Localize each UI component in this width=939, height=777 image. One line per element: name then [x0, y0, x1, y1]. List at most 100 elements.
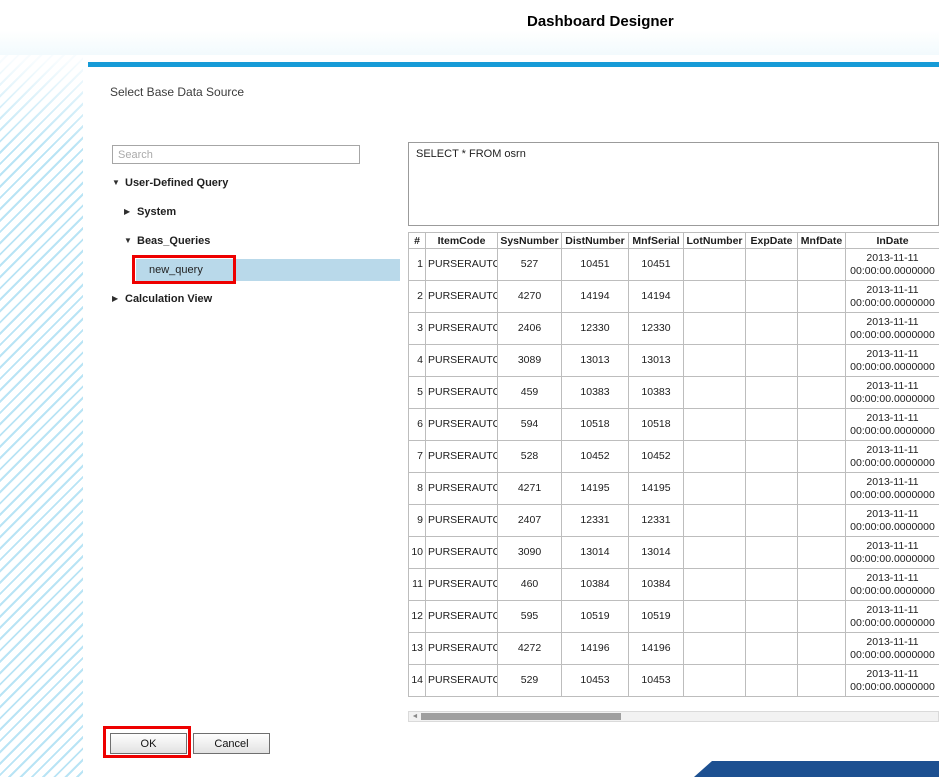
table-row[interactable]: 8PURSERAUTO427114195141952013-11-11 00:0…	[409, 473, 939, 505]
column-header-mnfserial[interactable]: MnfSerial	[629, 233, 684, 249]
table-cell	[684, 601, 746, 633]
table-cell	[798, 409, 846, 441]
column-header-distnumber[interactable]: DistNumber	[562, 233, 629, 249]
table-cell: 2013-11-11 00:00:00.0000000	[846, 313, 939, 345]
table-cell: 528	[498, 441, 562, 473]
scroll-left-icon[interactable]: ◄	[410, 712, 420, 721]
table-cell: 13014	[562, 537, 629, 569]
table-cell: 10519	[562, 601, 629, 633]
table-cell: PURSERAUTO	[426, 601, 498, 633]
table-cell: 7	[409, 441, 426, 473]
column-header-itemcode[interactable]: ItemCode	[426, 233, 498, 249]
ok-button[interactable]: OK	[110, 733, 187, 754]
table-cell: 13013	[562, 345, 629, 377]
table-cell: PURSERAUTO	[426, 505, 498, 537]
table-cell: PURSERAUTO	[426, 281, 498, 313]
search-input[interactable]	[112, 145, 360, 164]
result-table-body: 1PURSERAUTO52710451104512013-11-11 00:00…	[409, 249, 939, 697]
table-row[interactable]: 11PURSERAUTO46010384103842013-11-11 00:0…	[409, 569, 939, 601]
datasource-tree: ▼User-Defined Query ▶System ▼Beas_Queriesn…	[112, 172, 400, 317]
table-cell: 13	[409, 633, 426, 665]
expand-icon[interactable]: ▶	[112, 288, 125, 310]
table-cell	[746, 441, 798, 473]
tree-item-beas-queries[interactable]: ▼Beas_Queries	[124, 230, 400, 252]
table-cell: 10383	[629, 377, 684, 409]
table-cell: 13013	[629, 345, 684, 377]
table-cell: 10518	[562, 409, 629, 441]
tree-item-calculation-view[interactable]: ▶Calculation View	[112, 288, 400, 310]
table-cell: PURSERAUTO	[426, 633, 498, 665]
table-row[interactable]: 13PURSERAUTO427214196141962013-11-11 00:…	[409, 633, 939, 665]
table-cell	[684, 345, 746, 377]
table-cell: 459	[498, 377, 562, 409]
sql-preview[interactable]: SELECT * FROM osrn	[408, 142, 939, 226]
table-cell: 2013-11-11 00:00:00.0000000	[846, 249, 939, 281]
table-cell: PURSERAUTO	[426, 377, 498, 409]
table-cell	[684, 473, 746, 505]
table-row[interactable]: 5PURSERAUTO45910383103832013-11-11 00:00…	[409, 377, 939, 409]
tree-item-system[interactable]: ▶System	[124, 201, 400, 223]
table-row[interactable]: 14PURSERAUTO52910453104532013-11-11 00:0…	[409, 665, 939, 697]
tree-item-label: new_query	[149, 264, 203, 276]
table-cell: 10384	[629, 569, 684, 601]
table-row[interactable]: 1PURSERAUTO52710451104512013-11-11 00:00…	[409, 249, 939, 281]
table-cell: 14196	[562, 633, 629, 665]
table-cell	[684, 441, 746, 473]
table-cell: PURSERAUTO	[426, 249, 498, 281]
column-header-indate[interactable]: InDate	[846, 233, 939, 249]
table-row[interactable]: 2PURSERAUTO427014194141942013-11-11 00:0…	[409, 281, 939, 313]
table-cell	[684, 665, 746, 697]
table-row[interactable]: 12PURSERAUTO59510519105192013-11-11 00:0…	[409, 601, 939, 633]
table-cell: 595	[498, 601, 562, 633]
table-cell: 12	[409, 601, 426, 633]
tree-item-new-query[interactable]: new_query	[136, 259, 400, 281]
table-cell: 14195	[562, 473, 629, 505]
column-header-mnfdate[interactable]: MnfDate	[798, 233, 846, 249]
table-cell: 4	[409, 345, 426, 377]
table-cell	[798, 377, 846, 409]
table-cell	[746, 473, 798, 505]
table-cell	[746, 249, 798, 281]
table-cell: PURSERAUTO	[426, 473, 498, 505]
table-cell: PURSERAUTO	[426, 409, 498, 441]
window-corner-decoration	[694, 761, 939, 777]
table-cell: 10452	[629, 441, 684, 473]
dashboard-designer-window: Dashboard Designer Select Base Data Sour…	[0, 0, 939, 777]
collapse-icon[interactable]: ▼	[124, 230, 137, 252]
column-header-expdate[interactable]: ExpDate	[746, 233, 798, 249]
table-cell: 2013-11-11 00:00:00.0000000	[846, 569, 939, 601]
table-cell	[746, 633, 798, 665]
cancel-button[interactable]: Cancel	[193, 733, 270, 754]
tree-item-user-defined-query[interactable]: ▼User-Defined Query	[112, 172, 400, 194]
table-cell: 2013-11-11 00:00:00.0000000	[846, 409, 939, 441]
table-cell: 10451	[629, 249, 684, 281]
table-cell: 14195	[629, 473, 684, 505]
table-row[interactable]: 6PURSERAUTO59410518105182013-11-11 00:00…	[409, 409, 939, 441]
table-row[interactable]: 4PURSERAUTO308913013130132013-11-11 00:0…	[409, 345, 939, 377]
column-header-lotnumber[interactable]: LotNumber	[684, 233, 746, 249]
table-row[interactable]: 7PURSERAUTO52810452104522013-11-11 00:00…	[409, 441, 939, 473]
column-header-sysnumber[interactable]: SysNumber	[498, 233, 562, 249]
collapse-icon[interactable]: ▼	[112, 172, 125, 194]
scrollbar-thumb[interactable]	[421, 713, 621, 720]
table-row[interactable]: 3PURSERAUTO240612330123302013-11-11 00:0…	[409, 313, 939, 345]
expand-icon[interactable]: ▶	[124, 201, 137, 223]
table-cell: 460	[498, 569, 562, 601]
table-cell: 12331	[562, 505, 629, 537]
table-row[interactable]: 9PURSERAUTO240712331123312013-11-11 00:0…	[409, 505, 939, 537]
table-cell	[798, 665, 846, 697]
tree-item-label: Calculation View	[125, 293, 212, 305]
table-cell	[684, 569, 746, 601]
table-cell: 14196	[629, 633, 684, 665]
table-row[interactable]: 10PURSERAUTO309013014130142013-11-11 00:…	[409, 537, 939, 569]
table-cell	[798, 281, 846, 313]
table-cell: 2013-11-11 00:00:00.0000000	[846, 345, 939, 377]
table-cell: 6	[409, 409, 426, 441]
table-cell: 529	[498, 665, 562, 697]
horizontal-scrollbar[interactable]: ◄	[408, 711, 939, 722]
table-cell: 10453	[562, 665, 629, 697]
table-cell	[798, 313, 846, 345]
table-cell	[684, 633, 746, 665]
table-cell	[798, 345, 846, 377]
column-header-num[interactable]: #	[409, 233, 426, 249]
